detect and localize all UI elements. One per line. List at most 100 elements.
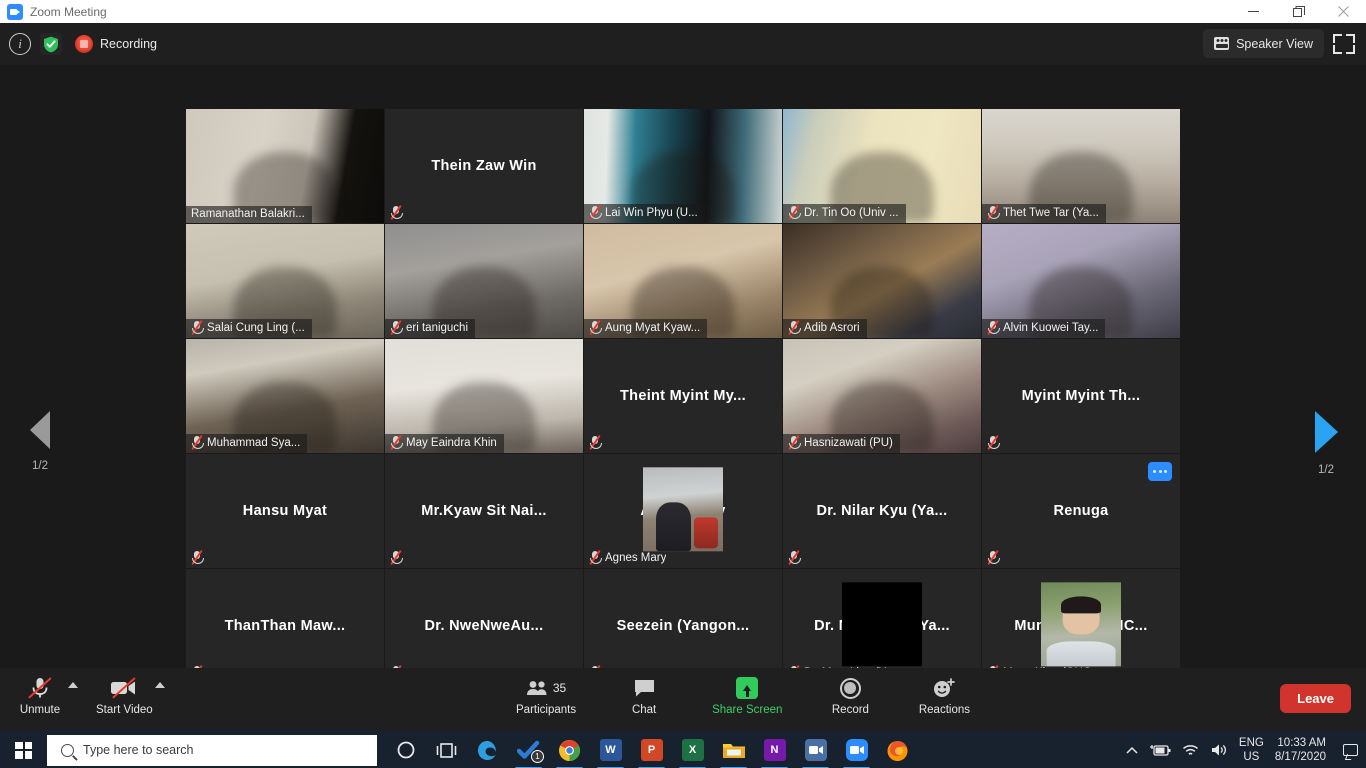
word-icon[interactable]: W: [590, 730, 631, 768]
participant-tile[interactable]: Salai Cung Ling (...: [186, 224, 384, 338]
participants-button[interactable]: 35 Participants: [516, 668, 576, 716]
participant-tile[interactable]: Alvin Kuowei Tay...: [982, 224, 1180, 338]
video-options-caret-icon[interactable]: [154, 682, 165, 688]
start-video-button[interactable]: Start Video: [96, 668, 153, 716]
meeting-control-bar: Unmute Start Video 35 Participants Chat …: [0, 668, 1366, 730]
participant-tile[interactable]: Thet Twe Tar (Ya...: [982, 109, 1180, 223]
participant-tile[interactable]: Mung Khat (GHC...Mung Khat (GHC...: [982, 569, 1180, 683]
zoom-meeting-icon[interactable]: [836, 730, 877, 768]
system-tray: ENG US 10:33 AM 8/17/2020: [1126, 730, 1366, 768]
mute-button[interactable]: Unmute: [14, 668, 66, 716]
notifications-icon[interactable]: [1343, 744, 1358, 756]
window-title-bar: Zoom Meeting: [0, 0, 1366, 23]
participant-name: Adib Asrori: [804, 322, 860, 334]
start-button[interactable]: [0, 730, 47, 768]
microphone-muted-icon: [589, 204, 602, 221]
search-input[interactable]: Type here to search: [47, 734, 377, 766]
participant-tile[interactable]: Theint Myint My...: [584, 339, 782, 453]
next-page-button[interactable]: 1/2: [1286, 411, 1366, 476]
view-mode-button[interactable]: Speaker View: [1203, 29, 1324, 58]
excel-icon[interactable]: X: [672, 730, 713, 768]
zoom-app-icon[interactable]: [795, 730, 836, 768]
minimize-button[interactable]: [1231, 0, 1276, 23]
language-indicator[interactable]: ENG US: [1239, 736, 1264, 765]
clock[interactable]: 10:33 AM 8/17/2020: [1275, 736, 1326, 765]
participant-name-bar: Alvin Kuowei Tay...: [982, 319, 1106, 338]
microphone-muted-icon: [191, 434, 204, 451]
participant-name-placeholder: ThanThan Maw...: [224, 618, 346, 634]
share-screen-button[interactable]: Share Screen: [712, 668, 782, 716]
participant-tile[interactable]: Thein Zaw Win: [385, 109, 583, 223]
microphone-muted-icon: [28, 675, 52, 701]
participant-grid: Ramanathan Balakri... Thein Zaw Win Lai Wi…: [186, 109, 1180, 683]
participant-tile[interactable]: Dr. Tin Oo (Univ ...: [783, 109, 981, 223]
previous-page-button[interactable]: 1/2: [0, 411, 80, 472]
edge-icon[interactable]: [467, 730, 508, 768]
file-explorer-icon[interactable]: [713, 730, 754, 768]
participant-name-bar: Muhammad Sya...: [186, 434, 308, 453]
leave-button[interactable]: Leave: [1280, 684, 1351, 713]
cortana-icon[interactable]: [385, 730, 426, 768]
reactions-button[interactable]: Reactions: [918, 668, 970, 716]
powerpoint-icon[interactable]: P: [631, 730, 672, 768]
participant-name: Muhammad Sya...: [207, 437, 301, 449]
info-icon[interactable]: i: [9, 33, 31, 55]
onenote-icon[interactable]: N: [754, 730, 795, 768]
show-hidden-icons-button[interactable]: [1126, 746, 1138, 755]
participant-name-bar: [385, 549, 408, 568]
participant-name: Salai Cung Ling (...: [207, 322, 305, 334]
participant-tile[interactable]: Dr. Nilar Kyu (Ya...: [783, 454, 981, 568]
participant-tile[interactable]: Agnes MaryAgnes Mary: [584, 454, 782, 568]
participant-name-bar: Ramanathan Balakri...: [186, 206, 312, 223]
participant-tile[interactable]: Muhammad Sya...: [186, 339, 384, 453]
participant-avatar: [842, 582, 922, 667]
task-view-icon[interactable]: [426, 730, 467, 768]
participant-tile[interactable]: Adib Asrori: [783, 224, 981, 338]
fullscreen-icon[interactable]: [1332, 32, 1356, 56]
participant-tile[interactable]: Dr. NweNweAu...: [385, 569, 583, 683]
audio-options-caret-icon[interactable]: [68, 682, 78, 688]
todo-icon[interactable]: 1: [508, 730, 549, 768]
participant-name: Agnes Mary: [605, 552, 667, 564]
participant-tile[interactable]: Hasnizawati (PU): [783, 339, 981, 453]
microphone-muted-icon: [987, 319, 1000, 336]
participant-tile[interactable]: Aung Myat Kyaw...: [584, 224, 782, 338]
shield-icon[interactable]: [40, 33, 62, 55]
record-button[interactable]: Record: [824, 668, 876, 716]
participant-tile[interactable]: eri taniguchi: [385, 224, 583, 338]
participant-name: Aung Myat Kyaw...: [605, 322, 701, 334]
participant-name-bar: eri taniguchi: [385, 319, 476, 338]
close-button[interactable]: [1321, 0, 1366, 23]
participant-tile[interactable]: Dr. Myot Linn (Ya...Dr. Myot Linn (Ya...: [783, 569, 981, 683]
wifi-icon[interactable]: [1182, 744, 1199, 757]
chat-button[interactable]: Chat: [618, 668, 670, 716]
recording-label: Recording: [100, 37, 157, 51]
participant-name: Hasnizawati (PU): [804, 437, 893, 449]
more-options-button[interactable]: [1148, 462, 1172, 481]
recording-indicator[interactable]: Recording: [75, 35, 157, 53]
microphone-muted-icon: [987, 434, 1000, 451]
participant-tile[interactable]: May Eaindra Khin: [385, 339, 583, 453]
battery-icon[interactable]: [1149, 744, 1171, 757]
microphone-muted-icon: [788, 434, 801, 451]
chat-bubble-icon: [633, 675, 656, 701]
maximize-restore-button[interactable]: [1276, 0, 1321, 23]
chrome-icon[interactable]: [549, 730, 590, 768]
participant-name-placeholder: Hansu Myat: [242, 503, 328, 519]
participant-tile[interactable]: Ramanathan Balakri...: [186, 109, 384, 223]
participant-tile[interactable]: Mr.Kyaw Sit Nai...: [385, 454, 583, 568]
firefox-icon[interactable]: [877, 730, 918, 768]
microphone-muted-icon: [390, 434, 403, 451]
participant-name-bar: [584, 434, 607, 453]
participant-name: eri taniguchi: [406, 322, 469, 334]
microphone-muted-icon: [191, 549, 204, 566]
participant-tile[interactable]: Myint Myint Th...: [982, 339, 1180, 453]
microphone-muted-icon: [987, 204, 1000, 221]
volume-icon[interactable]: [1210, 743, 1228, 757]
participant-tile[interactable]: ThanThan Maw...: [186, 569, 384, 683]
participant-tile[interactable]: Seezein (Yangon...: [584, 569, 782, 683]
participant-tile[interactable]: Hansu Myat: [186, 454, 384, 568]
participant-tile[interactable]: Renuga: [982, 454, 1180, 568]
start-video-label: Start Video: [96, 704, 153, 716]
participant-tile[interactable]: Lai Win Phyu (U...: [584, 109, 782, 223]
